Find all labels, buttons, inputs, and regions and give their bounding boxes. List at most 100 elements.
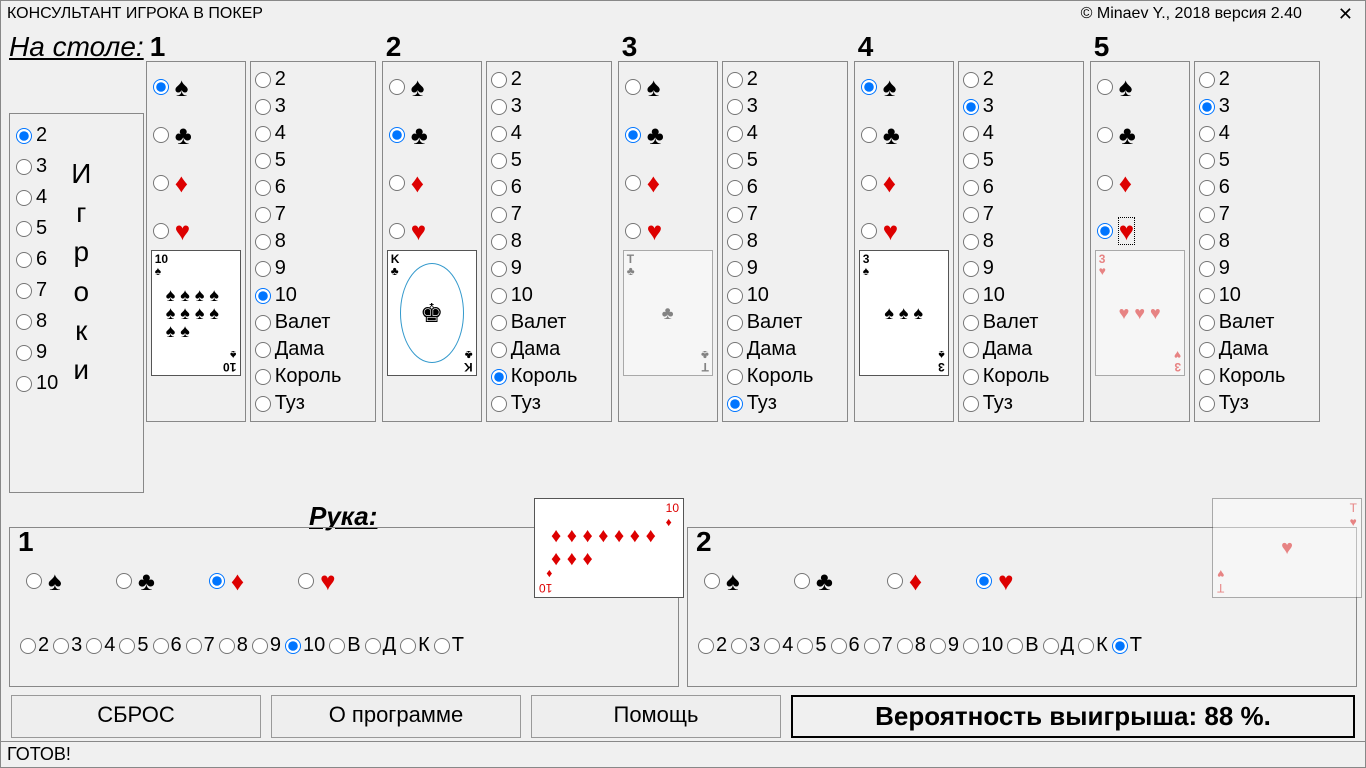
- help-button[interactable]: Помощь: [531, 695, 781, 738]
- rank-option-3[interactable]: 3: [963, 95, 1079, 118]
- players-option-2[interactable]: 2: [16, 124, 58, 147]
- hand-rank-option-Д[interactable]: Д: [365, 634, 397, 657]
- rank-option-4[interactable]: 4: [1199, 122, 1315, 145]
- suit-option-club[interactable]: ♣: [861, 122, 947, 148]
- hand-rank-option-6[interactable]: 6: [153, 634, 182, 657]
- close-icon[interactable]: ✕: [1332, 4, 1359, 25]
- suit-option-diamond[interactable]: ♦: [861, 170, 947, 196]
- rank-option-10[interactable]: 10: [963, 284, 1079, 307]
- hand-suit-option-club[interactable]: ♣: [116, 568, 155, 594]
- about-button[interactable]: О программе: [271, 695, 521, 738]
- rank-option-Король[interactable]: Король: [255, 365, 371, 388]
- suit-option-spade[interactable]: ♠: [153, 74, 239, 100]
- players-option-9[interactable]: 9: [16, 341, 58, 364]
- rank-option-2[interactable]: 2: [727, 68, 843, 91]
- hand-suit-option-diamond[interactable]: ♦: [887, 568, 922, 594]
- rank-option-10[interactable]: 10: [255, 284, 371, 307]
- rank-option-Валет[interactable]: Валет: [963, 311, 1079, 334]
- suit-option-diamond[interactable]: ♦: [1097, 170, 1183, 196]
- rank-option-8[interactable]: 8: [491, 230, 607, 253]
- suit-option-club[interactable]: ♣: [625, 122, 711, 148]
- rank-option-5[interactable]: 5: [1199, 149, 1315, 172]
- rank-option-Туз[interactable]: Туз: [727, 392, 843, 415]
- hand-suit-option-spade[interactable]: ♠: [26, 568, 62, 594]
- hand-rank-option-Т[interactable]: Т: [1112, 634, 1142, 657]
- rank-option-Туз[interactable]: Туз: [255, 392, 371, 415]
- hand-rank-option-5[interactable]: 5: [119, 634, 148, 657]
- suit-option-club[interactable]: ♣: [153, 122, 239, 148]
- rank-option-9[interactable]: 9: [963, 257, 1079, 280]
- suit-option-diamond[interactable]: ♦: [625, 170, 711, 196]
- hand-rank-option-Т[interactable]: Т: [434, 634, 464, 657]
- rank-option-5[interactable]: 5: [491, 149, 607, 172]
- hand-rank-option-7[interactable]: 7: [186, 634, 215, 657]
- suit-option-spade[interactable]: ♠: [389, 74, 475, 100]
- rank-option-Валет[interactable]: Валет: [1199, 311, 1315, 334]
- rank-option-3[interactable]: 3: [727, 95, 843, 118]
- rank-option-4[interactable]: 4: [727, 122, 843, 145]
- rank-option-Король[interactable]: Король: [963, 365, 1079, 388]
- hand-suit-option-diamond[interactable]: ♦: [209, 568, 244, 594]
- hand-suit-option-heart[interactable]: ♥: [298, 568, 335, 594]
- rank-option-6[interactable]: 6: [255, 176, 371, 199]
- rank-option-7[interactable]: 7: [727, 203, 843, 226]
- hand-rank-option-9[interactable]: 9: [252, 634, 281, 657]
- rank-option-9[interactable]: 9: [491, 257, 607, 280]
- players-option-7[interactable]: 7: [16, 279, 58, 302]
- hand-rank-option-3[interactable]: 3: [731, 634, 760, 657]
- hand-rank-option-6[interactable]: 6: [831, 634, 860, 657]
- players-option-8[interactable]: 8: [16, 310, 58, 333]
- hand-suit-option-club[interactable]: ♣: [794, 568, 833, 594]
- rank-option-Дама[interactable]: Дама: [1199, 338, 1315, 361]
- rank-option-2[interactable]: 2: [1199, 68, 1315, 91]
- hand-rank-option-К[interactable]: К: [1078, 634, 1108, 657]
- rank-option-7[interactable]: 7: [255, 203, 371, 226]
- hand-rank-option-3[interactable]: 3: [53, 634, 82, 657]
- players-option-10[interactable]: 10: [16, 372, 58, 395]
- rank-option-4[interactable]: 4: [963, 122, 1079, 145]
- rank-option-Дама[interactable]: Дама: [727, 338, 843, 361]
- rank-option-3[interactable]: 3: [1199, 95, 1315, 118]
- suit-option-spade[interactable]: ♠: [1097, 74, 1183, 100]
- suit-option-heart[interactable]: ♥: [1097, 218, 1183, 244]
- rank-option-Туз[interactable]: Туз: [491, 392, 607, 415]
- rank-option-5[interactable]: 5: [255, 149, 371, 172]
- rank-option-2[interactable]: 2: [491, 68, 607, 91]
- hand-rank-option-Д[interactable]: Д: [1043, 634, 1075, 657]
- players-option-3[interactable]: 3: [16, 155, 58, 178]
- rank-option-4[interactable]: 4: [255, 122, 371, 145]
- players-option-4[interactable]: 4: [16, 186, 58, 209]
- suit-option-heart[interactable]: ♥: [389, 218, 475, 244]
- rank-option-7[interactable]: 7: [1199, 203, 1315, 226]
- rank-option-Валет[interactable]: Валет: [727, 311, 843, 334]
- players-option-5[interactable]: 5: [16, 217, 58, 240]
- hand-rank-option-7[interactable]: 7: [864, 634, 893, 657]
- rank-option-5[interactable]: 5: [963, 149, 1079, 172]
- rank-option-9[interactable]: 9: [1199, 257, 1315, 280]
- hand-suit-option-spade[interactable]: ♠: [704, 568, 740, 594]
- rank-option-Король[interactable]: Король: [727, 365, 843, 388]
- suit-option-club[interactable]: ♣: [1097, 122, 1183, 148]
- rank-option-8[interactable]: 8: [255, 230, 371, 253]
- rank-option-8[interactable]: 8: [1199, 230, 1315, 253]
- hand-rank-option-4[interactable]: 4: [86, 634, 115, 657]
- rank-option-6[interactable]: 6: [1199, 176, 1315, 199]
- rank-option-6[interactable]: 6: [963, 176, 1079, 199]
- hand-rank-option-В[interactable]: В: [1007, 634, 1038, 657]
- hand-rank-option-2[interactable]: 2: [698, 634, 727, 657]
- suit-option-spade[interactable]: ♠: [625, 74, 711, 100]
- rank-option-10[interactable]: 10: [491, 284, 607, 307]
- hand-rank-option-В[interactable]: В: [329, 634, 360, 657]
- rank-option-6[interactable]: 6: [727, 176, 843, 199]
- hand-rank-option-5[interactable]: 5: [797, 634, 826, 657]
- rank-option-Король[interactable]: Король: [1199, 365, 1315, 388]
- rank-option-Король[interactable]: Король: [491, 365, 607, 388]
- hand-suit-option-heart[interactable]: ♥: [976, 568, 1013, 594]
- rank-option-9[interactable]: 9: [255, 257, 371, 280]
- hand-rank-option-10[interactable]: 10: [285, 634, 325, 657]
- players-option-6[interactable]: 6: [16, 248, 58, 271]
- suit-option-heart[interactable]: ♥: [861, 218, 947, 244]
- hand-rank-option-9[interactable]: 9: [930, 634, 959, 657]
- hand-rank-option-10[interactable]: 10: [963, 634, 1003, 657]
- suit-option-heart[interactable]: ♥: [153, 218, 239, 244]
